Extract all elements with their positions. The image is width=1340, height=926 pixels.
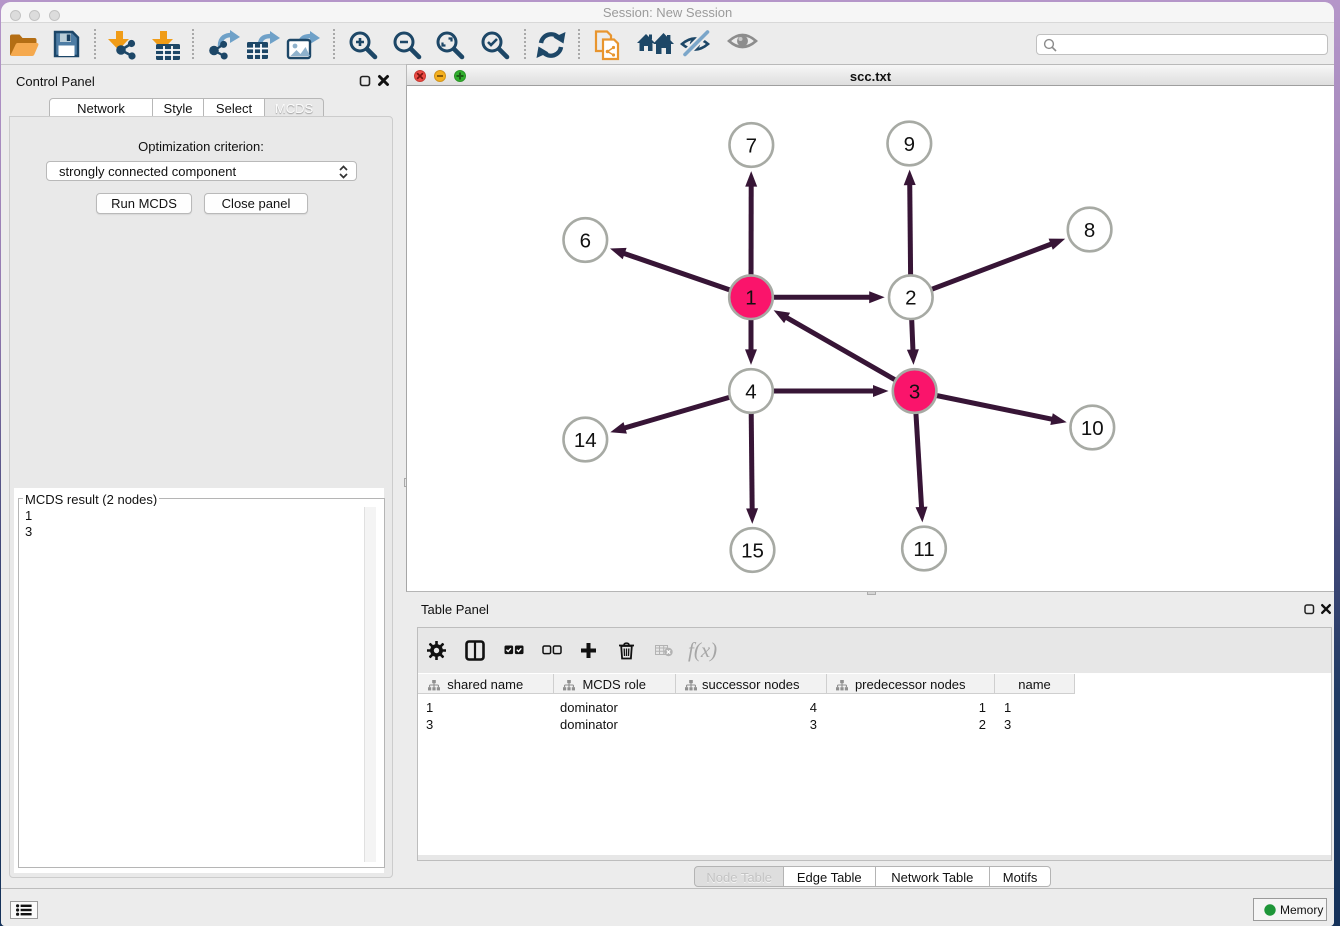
- svg-text:1: 1: [745, 287, 756, 310]
- svg-text:8: 8: [1084, 219, 1095, 242]
- svg-text:10: 10: [1081, 417, 1104, 440]
- svg-text:15: 15: [741, 539, 764, 562]
- svg-text:14: 14: [574, 429, 597, 452]
- svg-text:6: 6: [580, 229, 591, 252]
- svg-text:7: 7: [746, 134, 757, 157]
- svg-text:2: 2: [905, 287, 916, 310]
- svg-text:9: 9: [904, 133, 915, 156]
- svg-text:4: 4: [745, 380, 756, 403]
- svg-text:11: 11: [913, 538, 934, 561]
- svg-text:3: 3: [909, 380, 920, 403]
